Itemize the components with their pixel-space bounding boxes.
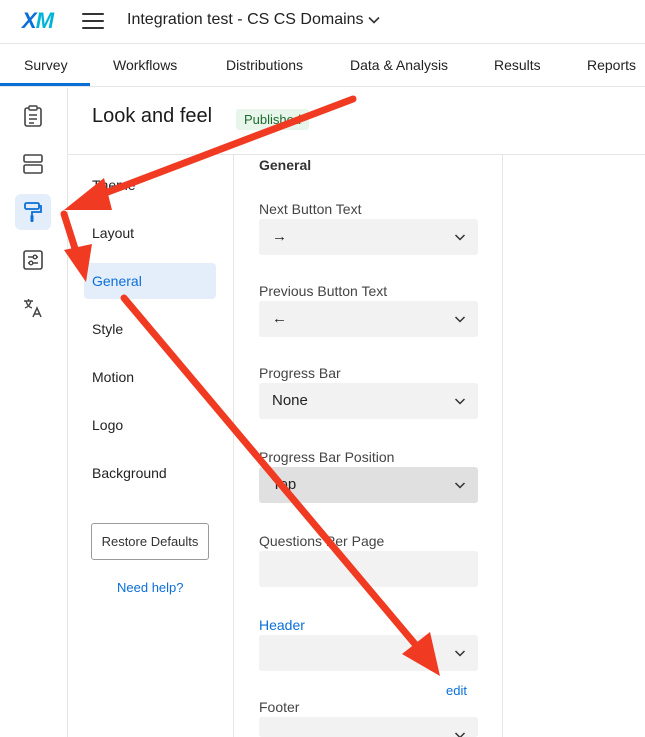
- chevron-down-icon[interactable]: [367, 13, 381, 27]
- page-title: Look and feel: [92, 105, 213, 127]
- chevron-down-icon: [454, 732, 466, 737]
- need-help-link[interactable]: Need help?: [117, 580, 184, 595]
- footer-label: Footer: [259, 699, 300, 715]
- top-bar: XM Integration test - CS CS Domains: [0, 0, 645, 44]
- chevron-down-icon: [454, 316, 466, 323]
- clipboard-icon[interactable]: [15, 98, 51, 134]
- blocks-icon[interactable]: [15, 146, 51, 182]
- xm-logo[interactable]: XM: [22, 8, 54, 34]
- section-nav-style[interactable]: Style: [84, 311, 216, 347]
- section-nav-motion[interactable]: Motion: [84, 359, 216, 395]
- panel-heading: General: [259, 157, 312, 173]
- section-nav-theme[interactable]: Theme: [84, 167, 216, 203]
- tab-reports[interactable]: Reports: [587, 57, 636, 73]
- progress-bar-value: None: [272, 392, 308, 409]
- section-nav-logo[interactable]: Logo: [84, 407, 216, 443]
- header-edit-link[interactable]: edit: [446, 683, 467, 698]
- paint-roller-icon[interactable]: [15, 194, 51, 230]
- status-badge: Published: [236, 109, 310, 130]
- questions-per-page-input[interactable]: [259, 551, 478, 587]
- previous-button-text-select[interactable]: ←: [259, 301, 478, 337]
- restore-defaults-button[interactable]: Restore Defaults: [91, 523, 209, 560]
- section-nav-general[interactable]: General: [84, 263, 216, 299]
- previous-button-text-value: ←: [272, 310, 287, 327]
- left-rail: [0, 88, 68, 737]
- progress-bar-label: Progress Bar: [259, 365, 341, 381]
- main-nav-tabs: Survey Workflows Distributions Data & An…: [0, 44, 645, 87]
- menu-icon[interactable]: [82, 12, 104, 30]
- questions-per-page-label: Questions Per Page: [259, 533, 385, 549]
- header-select[interactable]: [259, 635, 478, 671]
- sliders-icon[interactable]: [15, 242, 51, 278]
- section-nav-layout[interactable]: Layout: [84, 215, 216, 251]
- tab-distributions[interactable]: Distributions: [226, 57, 303, 73]
- progress-bar-position-value: Top: [272, 476, 297, 493]
- tab-survey[interactable]: Survey: [0, 57, 89, 86]
- chevron-down-icon: [454, 650, 466, 657]
- footer-select[interactable]: [259, 717, 478, 737]
- tab-results[interactable]: Results: [494, 57, 541, 73]
- next-button-text-label: Next Button Text: [259, 201, 362, 217]
- next-button-text-select[interactable]: →: [259, 219, 478, 255]
- previous-button-text-label: Previous Button Text: [259, 283, 388, 299]
- tab-workflows[interactable]: Workflows: [113, 57, 177, 73]
- next-button-text-value: →: [272, 228, 287, 245]
- progress-bar-select[interactable]: None: [259, 383, 478, 419]
- chevron-down-icon: [454, 482, 466, 489]
- translate-icon[interactable]: [15, 290, 51, 326]
- progress-bar-position-select[interactable]: Top: [259, 467, 478, 503]
- project-title[interactable]: Integration test - CS CS Domains: [127, 11, 364, 29]
- header-label[interactable]: Header: [259, 617, 305, 633]
- chevron-down-icon: [454, 234, 466, 241]
- chevron-down-icon: [454, 398, 466, 405]
- tab-data-analysis[interactable]: Data & Analysis: [350, 57, 448, 73]
- progress-bar-position-label: Progress Bar Position: [259, 449, 395, 465]
- section-nav-background[interactable]: Background: [84, 455, 216, 491]
